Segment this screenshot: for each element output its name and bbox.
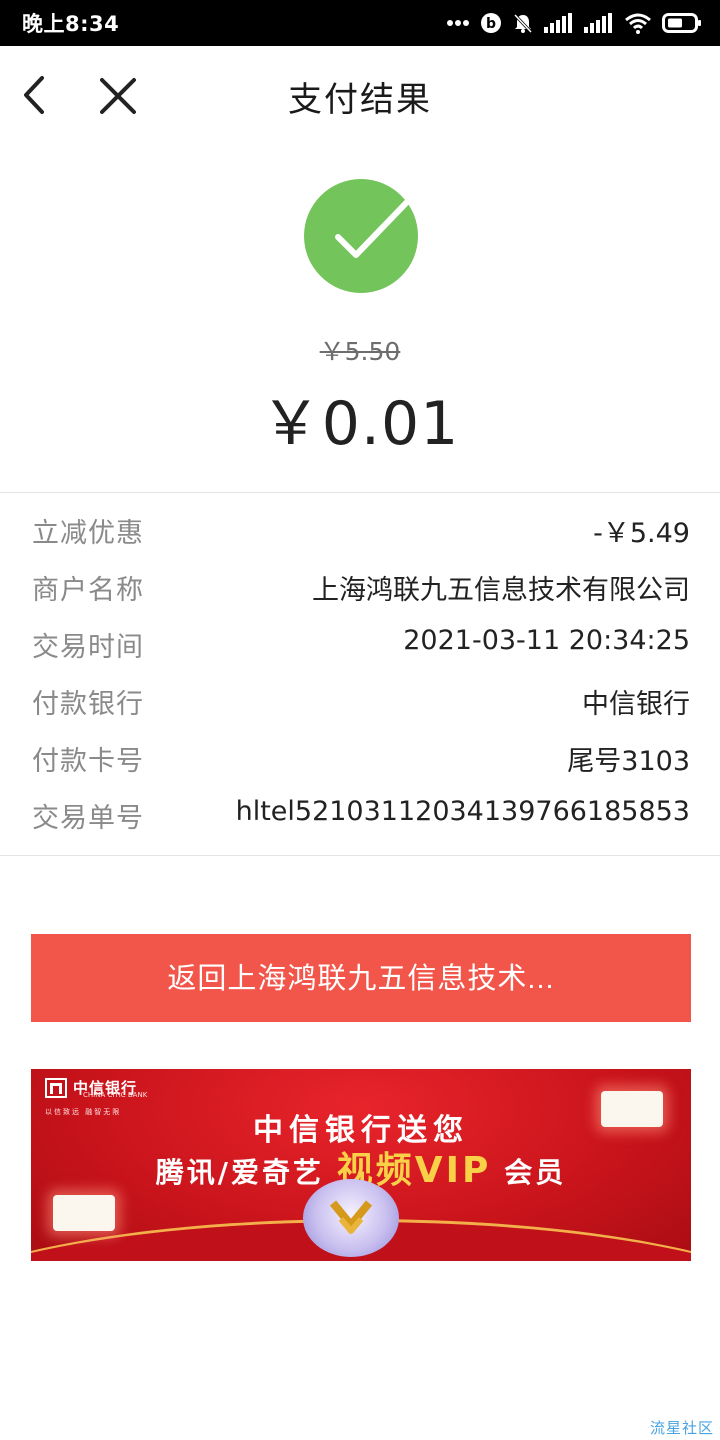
- detail-row-merchant: 商户名称 上海鸿联九五信息技术有限公司: [0, 557, 720, 614]
- detail-value: -￥5.49: [593, 518, 690, 549]
- citic-logo-icon: [45, 1077, 67, 1098]
- wifi-icon: [625, 13, 651, 34]
- vip-badge-icon: [303, 1179, 399, 1257]
- original-price: ￥5.50: [319, 337, 401, 366]
- mute-bell-icon: [513, 13, 533, 34]
- tencent-video-card: [53, 1195, 115, 1231]
- detail-label: 付款银行: [32, 689, 144, 720]
- detail-label: 交易单号: [32, 803, 144, 834]
- detail-value: 尾号3103: [567, 746, 690, 777]
- detail-label: 商户名称: [32, 575, 144, 606]
- signal-icon: [584, 13, 612, 33]
- detail-label: 付款卡号: [32, 746, 144, 777]
- detail-row-order-id: 交易单号 hltel52103112034139766185853: [0, 785, 720, 842]
- detail-value: 中信银行: [582, 689, 690, 720]
- status-icons: b: [446, 0, 702, 46]
- detail-row-time: 交易时间 2021-03-11 20:34:25: [0, 614, 720, 671]
- check-circle-icon: [304, 179, 418, 293]
- payment-details: 立减优惠 -￥5.49 商户名称 上海鸿联九五信息技术有限公司 交易时间 202…: [0, 500, 720, 842]
- paid-amount: ￥0.01: [260, 389, 460, 459]
- detail-label: 交易时间: [32, 632, 144, 663]
- more-dots-icon: [447, 20, 469, 26]
- banner-subheadline-suffix: 会员: [504, 1156, 567, 1189]
- detail-row-discount: 立减优惠 -￥5.49: [0, 500, 720, 557]
- svg-text:b: b: [486, 16, 496, 32]
- divider: [0, 855, 720, 856]
- detail-row-bank: 付款银行 中信银行: [0, 671, 720, 728]
- beats-icon: b: [481, 13, 501, 33]
- battery-icon: [662, 13, 701, 33]
- banner-subheadline-prefix: 腾讯/爱奇艺: [155, 1156, 325, 1189]
- nav-bar: 支付结果: [0, 46, 720, 144]
- detail-value: 2021-03-11 20:34:25: [403, 625, 690, 656]
- status-bar: 晚上8:34 b: [0, 0, 720, 46]
- watermark: 流星社区: [649, 1419, 714, 1437]
- signal-icon: [544, 13, 572, 33]
- iqiyi-card: [601, 1091, 663, 1127]
- detail-value: hltel52103112034139766185853: [235, 796, 690, 827]
- promo-banner[interactable]: 中信银行 CHINA CITIC BANK 以信致远 融智无限 中信银行送您 腾…: [31, 1069, 691, 1261]
- status-time: 晚上8:34: [22, 12, 120, 36]
- detail-value: 上海鸿联九五信息技术有限公司: [312, 575, 690, 606]
- divider: [0, 492, 720, 493]
- return-to-merchant-button[interactable]: 返回上海鸿联九五信息技术...: [31, 934, 691, 1022]
- page-title: 支付结果: [288, 80, 432, 120]
- bank-english-name: CHINA CITIC BANK: [83, 1091, 148, 1099]
- detail-row-card: 付款卡号 尾号3103: [0, 728, 720, 785]
- detail-label: 立减优惠: [32, 518, 144, 549]
